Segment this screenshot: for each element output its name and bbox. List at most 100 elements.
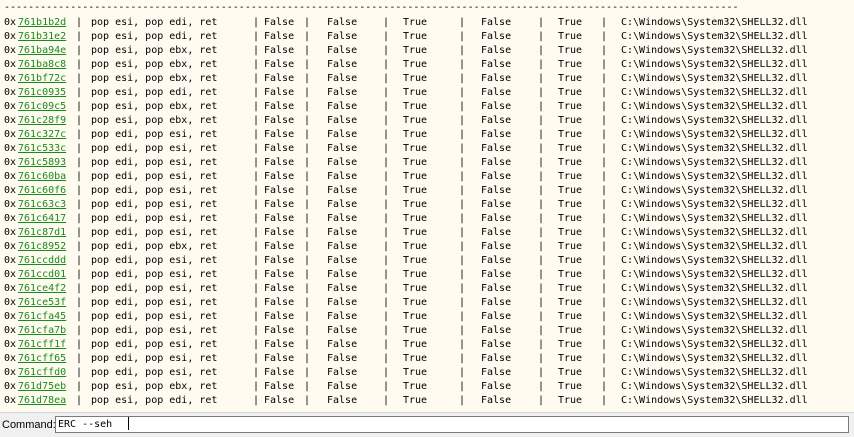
table-row: 0x 761ba8c8 | pop esi, pop ebx, ret | False | F… — [0, 58, 854, 72]
address-link[interactable]: 761b31e2 — [18, 30, 66, 44]
address-link[interactable]: 761cffd0 — [18, 366, 66, 380]
flag-cell: False — [481, 269, 512, 280]
module-path: C:\Windows\System32\SHELL32.dll — [621, 59, 808, 70]
address-link[interactable]: 761cff1f — [18, 338, 66, 352]
column-separator: | — [538, 311, 545, 322]
flag-cell: False — [264, 185, 295, 196]
flag-cell: False — [327, 255, 358, 266]
address-link[interactable]: 761cff65 — [18, 352, 66, 366]
column-separator: | — [459, 87, 466, 98]
column-separator: | — [304, 59, 311, 70]
address-link[interactable]: 761c327c — [18, 128, 66, 142]
column-separator: | — [601, 101, 608, 112]
module-path: C:\Windows\System32\SHELL32.dll — [621, 73, 808, 84]
column-separator: | — [601, 381, 608, 392]
column-separator: | — [76, 367, 83, 378]
flag-cell: False — [481, 101, 512, 112]
flag-cell: True — [558, 115, 583, 126]
column-separator: | — [538, 185, 545, 196]
address-link[interactable]: 761bf72c — [18, 72, 66, 86]
table-row: 0x 761b1b2d | pop esi, pop edi, ret | False | F… — [0, 16, 854, 30]
column-separator: | — [601, 199, 608, 210]
column-separator: | — [383, 45, 390, 56]
address-link[interactable]: 761cfa45 — [18, 310, 66, 324]
address-link[interactable]: 761ba94e — [18, 44, 66, 58]
column-separator: | — [601, 129, 608, 140]
flag-cell: False — [481, 73, 512, 84]
address-prefix: 0x — [4, 367, 17, 378]
flag-cell: True — [558, 143, 583, 154]
flag-cell: True — [558, 339, 583, 350]
address-link[interactable]: 761d75eb — [18, 380, 66, 394]
address-link[interactable]: 761cfa7b — [18, 324, 66, 338]
address-link[interactable]: 761c533c — [18, 142, 66, 156]
column-separator: | — [538, 171, 545, 182]
column-separator: | — [304, 115, 311, 126]
column-separator: | — [76, 395, 83, 406]
address-link[interactable]: 761ccddd — [18, 254, 66, 268]
flag-cell: False — [327, 157, 358, 168]
address-prefix: 0x — [4, 185, 17, 196]
flag-cell: False — [327, 59, 358, 70]
gadget-text: pop edi, pop esi, ret — [91, 353, 218, 364]
address-link[interactable]: 761ce53f — [18, 296, 66, 310]
column-separator: | — [538, 87, 545, 98]
column-separator: | — [76, 255, 83, 266]
command-input[interactable]: ERC --seh — [55, 416, 849, 433]
column-separator: | — [601, 115, 608, 126]
flag-cell: True — [403, 185, 428, 196]
column-separator: | — [76, 45, 83, 56]
separator-line: ----------------------------------------… — [4, 2, 739, 13]
flag-cell: True — [558, 59, 583, 70]
gadget-text: pop edi, pop esi, ret — [91, 227, 218, 238]
table-row: 0x 761ce4f2 | pop edi, pop esi, ret | False | F… — [0, 282, 854, 296]
column-separator: | — [76, 129, 83, 140]
address-link[interactable]: 761ba8c8 — [18, 58, 66, 72]
column-separator: | — [459, 171, 466, 182]
column-separator: | — [459, 311, 466, 322]
gadget-text: pop edi, pop esi, ret — [91, 297, 218, 308]
address-prefix: 0x — [4, 353, 17, 364]
address-link[interactable]: 761b1b2d — [18, 16, 66, 30]
flag-cell: False — [481, 241, 512, 252]
column-separator: | — [538, 17, 545, 28]
address-link[interactable]: 761c60f6 — [18, 184, 66, 198]
address-link[interactable]: 761ce4f2 — [18, 282, 66, 296]
column-separator: | — [459, 255, 466, 266]
flag-cell: False — [327, 339, 358, 350]
flag-cell: False — [481, 367, 512, 378]
flag-cell: True — [558, 241, 583, 252]
flag-cell: True — [558, 101, 583, 112]
address-link[interactable]: 761c6417 — [18, 212, 66, 226]
module-path: C:\Windows\System32\SHELL32.dll — [621, 143, 808, 154]
column-separator: | — [304, 269, 311, 280]
column-separator: | — [253, 339, 260, 350]
flag-cell: False — [327, 101, 358, 112]
flag-cell: True — [403, 17, 428, 28]
column-separator: | — [253, 311, 260, 322]
address-prefix: 0x — [4, 297, 17, 308]
address-link[interactable]: 761c60ba — [18, 170, 66, 184]
column-separator: | — [304, 157, 311, 168]
module-path: C:\Windows\System32\SHELL32.dll — [621, 269, 808, 280]
flag-cell: True — [558, 17, 583, 28]
flag-cell: False — [481, 129, 512, 140]
column-separator: | — [76, 297, 83, 308]
table-row: 0x 761ce53f | pop edi, pop esi, ret | False | F… — [0, 296, 854, 310]
flag-cell: True — [403, 101, 428, 112]
table-row: 0x 761c60ba | pop edi, pop esi, ret | False | F… — [0, 170, 854, 184]
gadget-text: pop esi, pop edi, ret — [91, 395, 218, 406]
address-link[interactable]: 761c5893 — [18, 156, 66, 170]
flag-cell: False — [264, 157, 295, 168]
address-link[interactable]: 761c63c3 — [18, 198, 66, 212]
address-link[interactable]: 761c28f9 — [18, 114, 66, 128]
address-link[interactable]: 761c87d1 — [18, 226, 66, 240]
column-separator: | — [304, 353, 311, 364]
address-link[interactable]: 761ccd01 — [18, 268, 66, 282]
address-link[interactable]: 761c0935 — [18, 86, 66, 100]
flag-cell: True — [403, 395, 428, 406]
address-link[interactable]: 761c09c5 — [18, 100, 66, 114]
address-link[interactable]: 761c8952 — [18, 240, 66, 254]
address-link[interactable]: 761d78ea — [18, 394, 66, 408]
flag-cell: False — [327, 31, 358, 42]
